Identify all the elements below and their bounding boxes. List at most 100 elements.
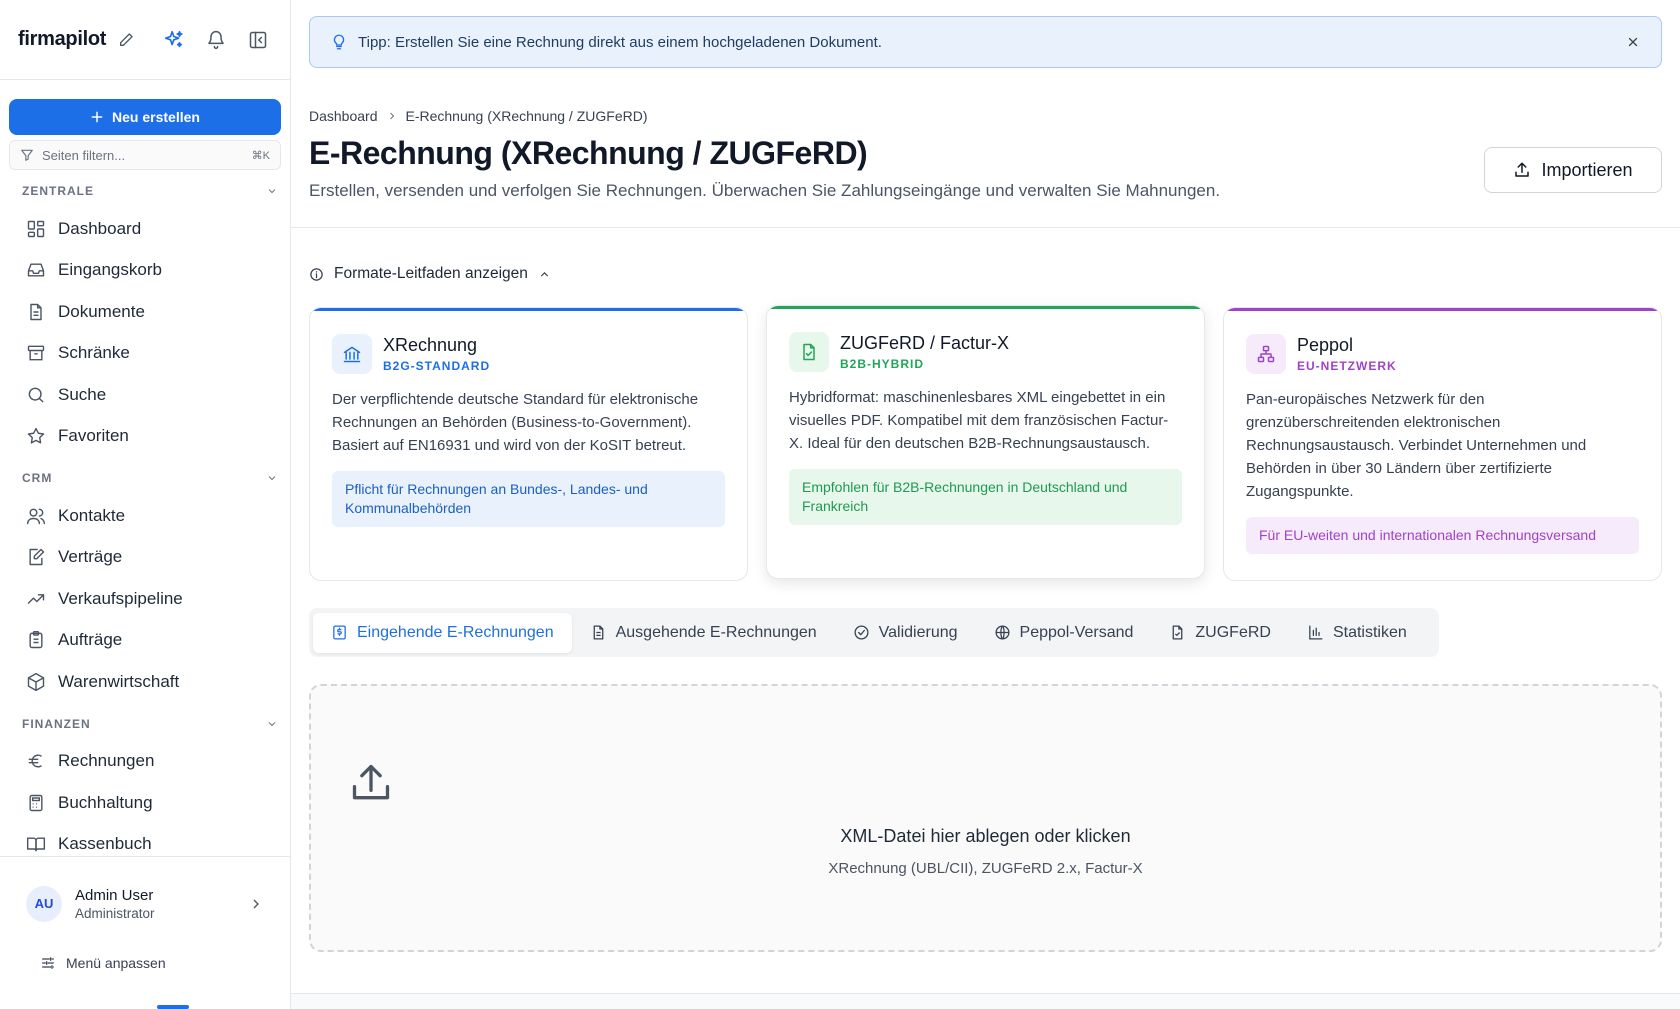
sidebar-item-suche[interactable]: Suche [0, 374, 290, 416]
format-card-peppol: Peppol EU-NETZWERK Pan-europäisches Netz… [1223, 307, 1662, 581]
search-icon [28, 387, 44, 403]
users-icon [26, 508, 46, 524]
dashboard-icon [27, 220, 45, 237]
user-name: Admin User [75, 886, 154, 904]
footer-divider [291, 993, 1680, 1009]
chevron-down-icon [268, 476, 276, 481]
dropzone-title: XML-Datei hier ablegen oder klicken [840, 826, 1131, 846]
card-title: ZUGFeRD / Factur-X [840, 333, 1010, 353]
chevron-right-icon [389, 112, 394, 120]
tab-label: ZUGFeRD [1195, 623, 1271, 641]
card-tag: EU-NETZWERK [1297, 359, 1397, 373]
page-title: E-Rechnung (XRechnung / ZUGFeRD) [309, 135, 868, 171]
sidebar-item-label: Dokumente [58, 301, 145, 321]
section-header-zentrale[interactable]: ZENTRALE [0, 174, 290, 208]
section-header-finanzen[interactable]: FINANZEN [0, 707, 290, 741]
new-create-label: Neu erstellen [112, 109, 200, 125]
tab-peppol-versand[interactable]: Peppol-Versand [976, 613, 1152, 653]
user-role: Administrator [75, 905, 155, 921]
sidebar-item-dokumente[interactable]: Dokumente [0, 291, 290, 333]
import-label: Importieren [1541, 159, 1633, 180]
card-title: XRechnung [383, 335, 478, 355]
section-title: FINANZEN [22, 716, 91, 731]
sidebar-item-label: Schränke [58, 343, 130, 363]
sidebar-item-label: Kontakte [58, 505, 126, 525]
section-title: CRM [22, 471, 53, 485]
format-cards: XRechnung B2G-STANDARD Der verpflichtend… [309, 305, 1662, 581]
archive-icon [27, 345, 45, 361]
plus-icon [91, 111, 103, 123]
xml-dropzone[interactable]: XML-Datei hier ablegen oder klicken XRec… [309, 684, 1662, 952]
government-building-icon [332, 334, 372, 374]
sparkles-icon[interactable] [160, 26, 188, 54]
sidebar-item-label: Aufträge [58, 630, 123, 650]
tab-label: Ausgehende E-Rechnungen [615, 623, 817, 641]
file-text-icon [593, 625, 603, 640]
sidebar-item-label: Buchhaltung [58, 792, 153, 812]
sidebar-item-warenwirtschaft[interactable]: Warenwirtschaft [0, 661, 290, 703]
edit-pencil-icon[interactable] [112, 26, 140, 54]
tab-ausgehende[interactable]: Ausgehende E-Rechnungen [572, 613, 835, 653]
tab-validierung[interactable]: Validierung [835, 613, 976, 653]
sidebar-item-dashboard[interactable]: Dashboard [0, 208, 290, 250]
breadcrumb: Dashboard E-Rechnung (XRechnung / ZUGFeR… [309, 108, 648, 124]
star-icon [27, 428, 45, 444]
calculator-icon [29, 794, 43, 811]
tab-label: Validierung [878, 623, 958, 641]
inbox-icon [27, 263, 45, 277]
sidebar-item-kontakte[interactable]: Kontakte [0, 495, 290, 537]
book-icon [26, 837, 46, 852]
close-icon[interactable] [1619, 28, 1647, 56]
card-note: Für EU-weiten und internationalen Rechnu… [1246, 517, 1639, 554]
format-card-xrechnung: XRechnung B2G-STANDARD Der verpflichtend… [309, 307, 748, 581]
tab-zugferd[interactable]: ZUGFeRD [1151, 613, 1289, 653]
sidebar: firmapilot Neu erstellen Seiten filtern.… [0, 0, 291, 1009]
card-title: Peppol [1297, 335, 1354, 355]
sidebar-item-label: Dashboard [58, 218, 142, 238]
user-profile[interactable]: AU Admin User Administrator [0, 856, 290, 950]
collapse-sidebar-icon[interactable] [244, 26, 272, 54]
sidebar-item-label: Favoriten [58, 426, 129, 446]
new-create-button[interactable]: Neu erstellen [9, 99, 281, 135]
clipboard-icon [29, 631, 43, 649]
sidebar-item-auftraege[interactable]: Aufträge [0, 620, 290, 662]
customize-menu-button[interactable]: Menü anpassen [40, 955, 166, 971]
tab-statistiken[interactable]: Statistiken [1289, 613, 1425, 653]
tab-label: Statistiken [1332, 623, 1407, 641]
main-content: Tipp: Erstellen Sie eine Rechnung direkt… [291, 0, 1680, 1009]
format-guide-label: Formate-Leitfaden anzeigen [334, 265, 528, 282]
sidebar-item-buchhaltung[interactable]: Buchhaltung [0, 782, 290, 824]
package-icon [27, 672, 45, 691]
document-icon [30, 303, 42, 320]
file-check-icon [789, 332, 829, 372]
sidebar-item-verkaufspipeline[interactable]: Verkaufspipeline [0, 578, 290, 620]
network-icon [1246, 334, 1286, 374]
brand-logo[interactable]: firmapilot [18, 28, 106, 51]
format-guide-toggle[interactable]: Formate-Leitfaden anzeigen [309, 265, 551, 283]
avatar: AU [26, 885, 62, 922]
section-header-crm[interactable]: CRM [0, 461, 290, 495]
einvoice-tabs: Eingehende E-Rechnungen Ausgehende E-Rec… [309, 608, 1439, 657]
customize-menu-label: Menü anpassen [66, 955, 166, 971]
page-filter-input[interactable]: Seiten filtern... ⌘K [9, 140, 281, 170]
format-card-zugferd: ZUGFeRD / Factur-X B2B-HYBRID Hybridform… [766, 305, 1205, 579]
tip-banner: Tipp: Erstellen Sie eine Rechnung direkt… [309, 16, 1662, 68]
upload-icon [1515, 162, 1530, 177]
sidebar-item-eingangskorb[interactable]: Eingangskorb [0, 250, 290, 292]
sidebar-item-label: Rechnungen [58, 751, 155, 771]
chevron-right-icon [253, 899, 259, 908]
sidebar-item-label: Kassenbuch [58, 834, 152, 854]
breadcrumb-dashboard-link[interactable]: Dashboard [309, 108, 378, 124]
tab-eingehende[interactable]: Eingehende E-Rechnungen [313, 612, 572, 653]
chevron-up-icon [540, 271, 549, 277]
import-button[interactable]: Importieren [1484, 147, 1662, 193]
sidebar-item-favoriten[interactable]: Favoriten [0, 416, 290, 458]
dropzone-subtitle: XRechnung (UBL/CII), ZUGFeRD 2.x, Factur… [828, 860, 1143, 877]
sidebar-item-vertraege[interactable]: Verträge [0, 537, 290, 579]
sidebar-item-rechnungen[interactable]: Rechnungen [0, 741, 290, 783]
sidebar-item-label: Suche [58, 384, 107, 404]
bell-icon[interactable] [202, 26, 230, 54]
trend-icon [27, 593, 45, 604]
tip-text: Tipp: Erstellen Sie eine Rechnung direkt… [358, 33, 882, 51]
sidebar-item-schraenke[interactable]: Schränke [0, 333, 290, 375]
